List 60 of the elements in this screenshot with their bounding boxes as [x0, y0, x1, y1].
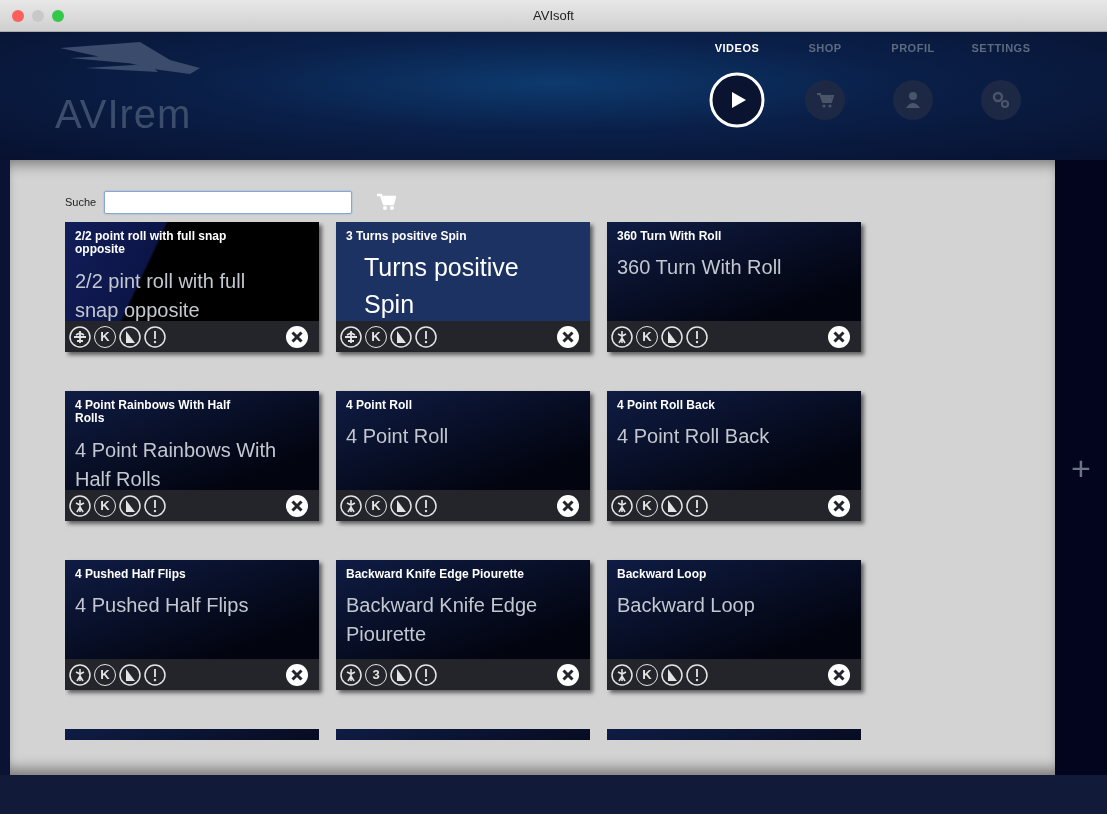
- close-button[interactable]: [285, 662, 309, 687]
- preview-text: Backward Loop: [617, 593, 756, 619]
- figure-icon: [69, 494, 91, 517]
- video-card[interactable]: 4 Pushed Half Flips 4 Pushed Half Flips K: [65, 560, 319, 690]
- figure-icon: [69, 663, 91, 686]
- preview-text: 4 Pushed Half Flips: [75, 593, 250, 619]
- close-button[interactable]: [556, 324, 580, 349]
- close-button[interactable]: [556, 493, 580, 518]
- preview-text: 2/2 pint roll with full snap opposite: [75, 268, 247, 321]
- close-button[interactable]: [827, 493, 851, 518]
- figure-icon: [340, 663, 362, 686]
- video-card[interactable]: Backward Loop Backward Loop K: [607, 560, 861, 690]
- video-card[interactable]: 2/2 point roll with full snap opposite 2/2 pint roll with full snap opposite K: [65, 222, 319, 352]
- card-title: 4 Point Rainbows With Half Rolls: [75, 399, 232, 426]
- close-button[interactable]: [556, 662, 580, 687]
- exclamation-icon: [144, 494, 166, 517]
- figure-icon: [611, 325, 633, 348]
- card-title: 4 Point Roll: [346, 399, 413, 413]
- close-button[interactable]: [827, 662, 851, 687]
- card-title: 360 Turn With Roll: [617, 230, 723, 244]
- close-button[interactable]: [285, 493, 309, 518]
- preview-text: 4 Point Roll Back: [617, 424, 771, 450]
- preview-text: 4 Point Roll: [346, 424, 450, 450]
- plane-icon: [340, 325, 362, 348]
- video-card[interactable]: 3 Turns positive Spin Turns positive Spin K: [336, 222, 590, 352]
- close-button[interactable]: [827, 324, 851, 349]
- close-button[interactable]: [285, 324, 309, 349]
- search-field[interactable]: [104, 190, 353, 214]
- preview-text: Backward Knife Edge Piourette: [346, 593, 539, 648]
- plane-icon: [69, 325, 91, 348]
- exclamation-icon: [144, 663, 166, 686]
- video-card[interactable]: 4 Point Rainbows With Half Rolls 4 Point Rainbows With Half Rolls K: [65, 391, 319, 521]
- figure-icon: [340, 494, 362, 517]
- figure-icon: [611, 663, 633, 686]
- exclamation-icon: [415, 663, 437, 686]
- exclamation-icon: [686, 663, 708, 686]
- exclamation-icon: [686, 325, 708, 348]
- card-title: 4 Point Roll Back: [617, 399, 717, 413]
- preview-text: 4 Point Rainbows With Half Rolls: [75, 437, 278, 490]
- video-card[interactable]: 360 Turn With Roll 360 Turn With Roll K: [607, 222, 861, 352]
- card-title: Backward Knife Edge Piourette: [346, 568, 526, 582]
- preview-text: Turns positive Spin: [363, 252, 520, 320]
- video-card[interactable]: Backward Knife Edge Piourette Backward Knife Edge Piourette 3: [336, 560, 590, 690]
- exclamation-icon: [686, 494, 708, 517]
- video-card[interactable]: 4 Point Roll Back 4 Point Roll Back K: [607, 391, 861, 521]
- exclamation-icon: [415, 494, 437, 517]
- figure-icon: [611, 494, 633, 517]
- card-title: 2/2 point roll with full snap opposite: [75, 230, 228, 257]
- add-button[interactable]: +: [1067, 450, 1095, 485]
- video-card[interactable]: 4 Point Roll 4 Point Roll K: [336, 391, 590, 521]
- search-label: Suche: [65, 194, 97, 210]
- preview-text: 360 Turn With Roll: [617, 255, 783, 281]
- card-title: Backward Loop: [617, 568, 708, 582]
- nav-tab[interactable]: VIDEOS: [701, 40, 773, 160]
- card-title: 3 Turns positive Spin: [346, 230, 468, 244]
- card-title: 4 Pushed Half Flips: [75, 568, 187, 582]
- exclamation-icon: [415, 325, 437, 348]
- play-icon: [708, 70, 766, 129]
- window-title: AVIsoft: [533, 6, 574, 25]
- exclamation-icon: [144, 325, 166, 348]
